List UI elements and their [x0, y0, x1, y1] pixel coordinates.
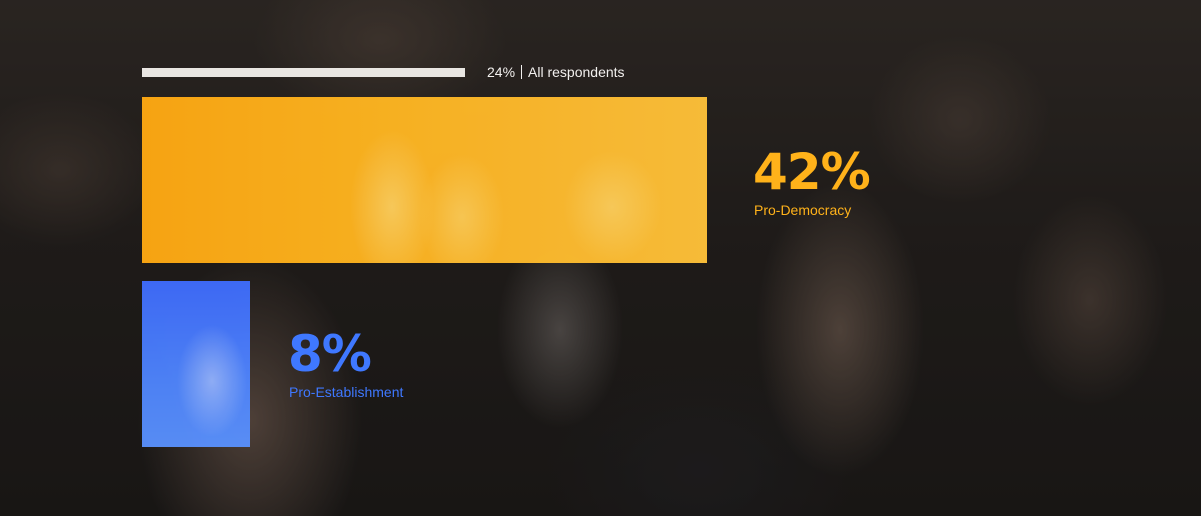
total-category-label: All respondents — [528, 64, 625, 80]
bar-pro-establishment — [142, 281, 250, 447]
total-label: 24% All respondents — [487, 63, 625, 81]
total-bar-fill — [142, 68, 465, 77]
category-label-pro-establishment: Pro-Establishment — [289, 384, 404, 400]
chart-canvas: 24% All respondents 42% Pro-Democracy 8% … — [0, 0, 1201, 516]
total-value-label: 24% — [487, 64, 516, 80]
total-bar-track — [142, 68, 465, 77]
value-label-pro-establishment: 8% — [288, 325, 372, 383]
value-label-pro-democracy: 42% — [753, 143, 871, 201]
category-label-pro-democracy: Pro-Democracy — [754, 202, 852, 218]
bar-pro-democracy — [142, 97, 707, 263]
total-label-separator — [521, 65, 523, 79]
